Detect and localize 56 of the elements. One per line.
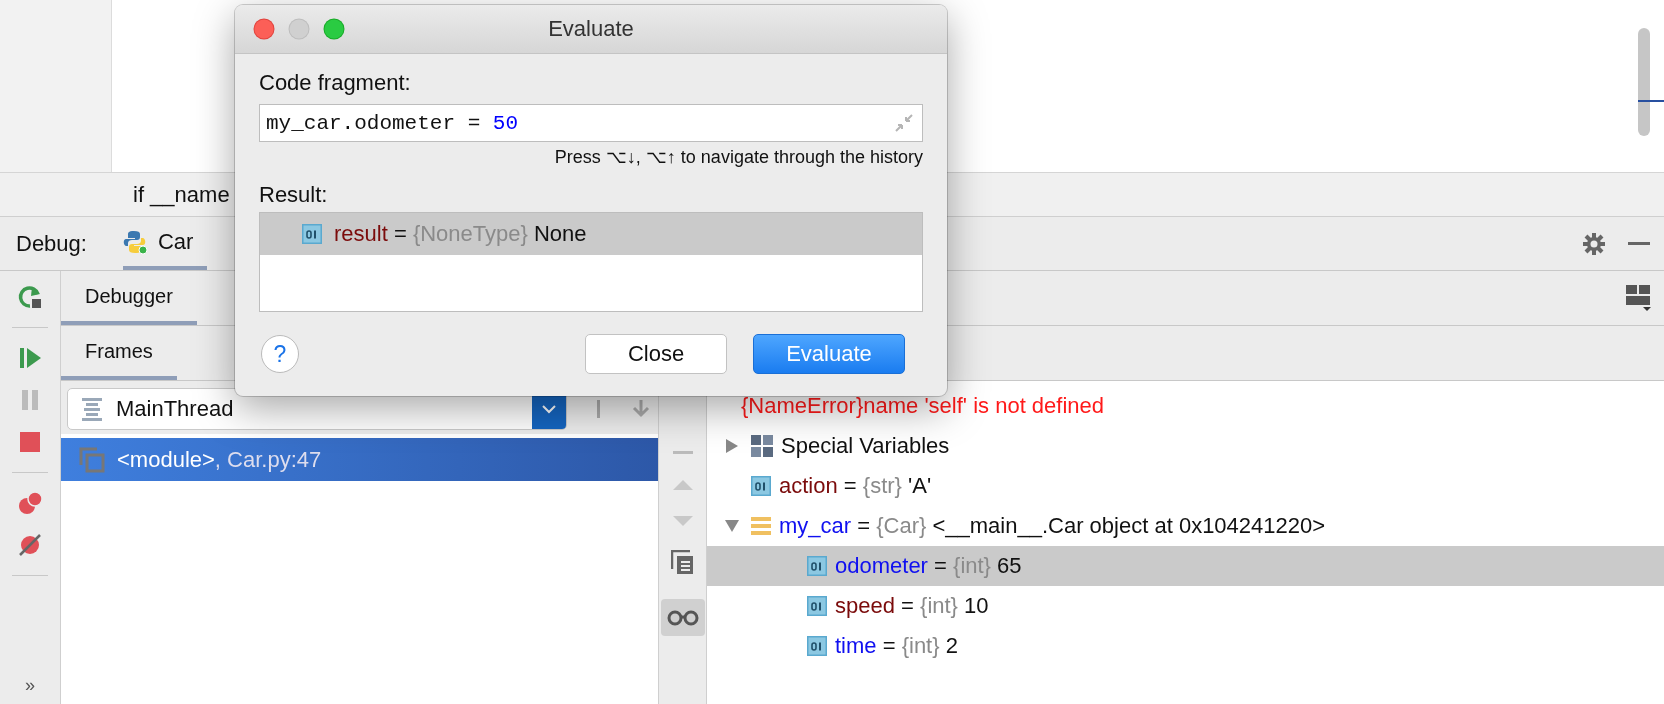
breakpoints-icon[interactable] (17, 491, 43, 515)
mute-breakpoints-icon[interactable] (18, 533, 42, 557)
stack-icon (751, 516, 771, 536)
minus-icon[interactable] (672, 451, 693, 454)
frame-icon (79, 446, 105, 473)
more-button[interactable]: » (25, 675, 35, 696)
variable-row[interactable]: odometer = {int} 65 (707, 546, 1664, 586)
frame-text: <module>, Car.py:47 (117, 446, 322, 473)
pause-icon[interactable] (19, 388, 41, 412)
collapsed-arrow-icon[interactable] (726, 439, 738, 453)
variable-text: Special Variables (781, 433, 950, 459)
panel-label: Debug: (16, 230, 87, 257)
grid-icon (751, 435, 773, 457)
value-icon (807, 636, 827, 656)
zoom-button[interactable] (323, 18, 345, 40)
close-button[interactable]: Close (585, 334, 727, 374)
value-icon (807, 596, 827, 616)
variable-row[interactable]: speed = {int} 10 (707, 586, 1664, 626)
variable-text: action = {str} 'A' (779, 473, 932, 499)
hint-text: Press ⌥↓, ⌥↑ to navigate through the history (554, 146, 923, 168)
close-button[interactable] (253, 18, 275, 40)
python-icon (122, 228, 148, 255)
variable-text: speed = {int} 10 (835, 593, 989, 619)
value-icon (751, 476, 771, 496)
download-icon[interactable] (630, 398, 652, 420)
chevron-icon (541, 403, 557, 415)
stop-icon[interactable] (18, 430, 42, 454)
glasses-icon[interactable] (666, 609, 699, 626)
breadcrumb[interactable]: if __name (133, 181, 230, 208)
variable-row[interactable]: action = {str} 'A' (707, 466, 1664, 506)
tab[interactable]: Debugger (61, 271, 197, 325)
session-tab[interactable]: Car (122, 217, 208, 270)
copy-icon[interactable] (670, 550, 695, 575)
frame-row[interactable]: <module>, Car.py:47 (61, 438, 658, 481)
code-field[interactable]: my_car.odometer = 50 (259, 104, 923, 142)
error-text: {NameError}name 'self' is not defined (741, 393, 1105, 419)
value-icon (302, 224, 322, 244)
layout-icon[interactable] (1626, 285, 1652, 311)
help-button[interactable]: ? (261, 335, 299, 373)
resume-icon[interactable] (18, 346, 42, 370)
variable-text: time = {int} 2 (835, 633, 958, 659)
rerun-icon[interactable] (18, 285, 42, 309)
settings-icon (1582, 231, 1606, 256)
result-row[interactable]: result = {NoneType} None (260, 213, 922, 255)
field-label: Code fragment: (259, 70, 412, 96)
expanded-arrow-icon[interactable] (725, 520, 739, 532)
variable-text: result = {NoneType} None (334, 221, 587, 247)
value-icon (807, 556, 827, 576)
dialog-title: Evaluate (548, 16, 634, 41)
variable-text: my_car = {Car} <__main__.Car object at 0x104241220> (779, 513, 1326, 539)
variable-row[interactable]: time = {int} 2 (707, 626, 1664, 666)
variable-row[interactable]: my_car = {Car} <__main__.Car object at 0x104241220> (707, 506, 1664, 546)
thread-icon (82, 397, 102, 421)
collapse-icon (894, 113, 914, 133)
variable-text: odometer = {int} 65 (835, 553, 1022, 579)
field-label: Result: (259, 182, 329, 208)
